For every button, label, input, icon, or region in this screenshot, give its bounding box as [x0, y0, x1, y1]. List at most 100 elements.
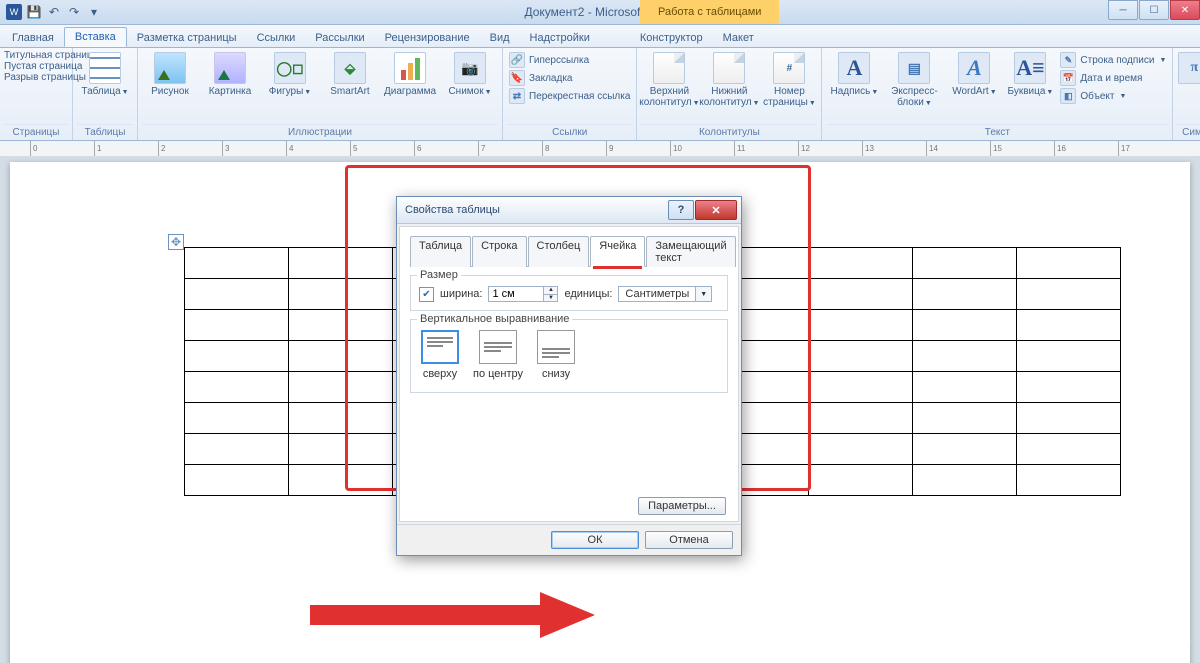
dropcap-button[interactable]: A≡Буквица▼: [1006, 50, 1054, 98]
group-symbols-label: Симво: [1177, 124, 1200, 140]
dialog-help-button[interactable]: ?: [668, 200, 694, 220]
width-spinner[interactable]: ▲▼: [488, 286, 558, 302]
valign-center-icon: [479, 330, 517, 364]
table-icon: [89, 52, 121, 84]
save-icon[interactable]: 💾: [26, 4, 42, 20]
width-input[interactable]: [489, 287, 543, 301]
object-button[interactable]: ◧Объект▼: [1060, 88, 1166, 104]
valign-center-option[interactable]: по центру: [473, 330, 523, 380]
ribbon-tabs: Главная Вставка Разметка страницы Ссылки…: [0, 25, 1200, 48]
group-text-label: Текст: [826, 124, 1168, 140]
tab-table-layout[interactable]: Макет: [713, 29, 764, 47]
pagenum-icon: #: [773, 52, 805, 84]
screenshot-icon: 📷: [454, 52, 486, 84]
datetime-icon: 📅: [1060, 70, 1076, 86]
dialog-tab-table[interactable]: Таблица: [410, 236, 471, 267]
group-tables-label: Таблицы: [77, 124, 133, 140]
dialog-tab-row[interactable]: Строка: [472, 236, 526, 267]
dropcap-icon: A≡: [1014, 52, 1046, 84]
quickparts-icon: ▤: [898, 52, 930, 84]
maximize-button[interactable]: ☐: [1139, 0, 1169, 20]
smartart-button[interactable]: ⬙SmartArt: [322, 50, 378, 97]
quickparts-button[interactable]: ▤Экспресс-блоки▼: [886, 50, 942, 109]
header-icon: [653, 52, 685, 84]
width-label: ширина:: [440, 288, 482, 300]
tab-table-design[interactable]: Конструктор: [630, 29, 713, 47]
shapes-button[interactable]: ◯◻Фигуры▼: [262, 50, 318, 98]
chart-button[interactable]: Диаграмма: [382, 50, 438, 97]
dialog-tab-column[interactable]: Столбец: [528, 236, 590, 267]
valign-fieldset: Вертикальное выравнивание сверху по цент…: [410, 319, 728, 393]
bookmark-button[interactable]: 🔖Закладка: [509, 70, 630, 86]
smartart-icon: ⬙: [334, 52, 366, 84]
group-text: AНадпись▼ ▤Экспресс-блоки▼ AWordArt▼ A≡Б…: [822, 48, 1173, 140]
group-links-label: Ссылки: [507, 124, 632, 140]
clipart-icon: [214, 52, 246, 84]
valign-bottom-icon: [537, 330, 575, 364]
chart-icon: [394, 52, 426, 84]
chevron-down-icon[interactable]: ▼: [695, 287, 711, 301]
titlebar: W 💾 ↶ ↷ ▾ Документ2 - Microsoft Word Раб…: [0, 0, 1200, 25]
units-combo[interactable]: Сантиметры ▼: [618, 286, 712, 302]
window-controls: ─ ☐ ✕: [1107, 0, 1200, 20]
width-checkbox[interactable]: ✔: [419, 287, 434, 302]
tab-review[interactable]: Рецензирование: [375, 29, 480, 47]
hyperlink-button[interactable]: 🔗Гиперссылка: [509, 52, 630, 68]
tab-home[interactable]: Главная: [2, 29, 64, 47]
textbox-button[interactable]: AНадпись▼: [826, 50, 882, 98]
table-move-handle-icon[interactable]: ✥: [168, 234, 184, 250]
clipart-button[interactable]: Картинка: [202, 50, 258, 97]
equation-icon: π: [1178, 52, 1200, 84]
tab-addins[interactable]: Надстройки: [520, 29, 600, 47]
dialog-tabs: Таблица Строка Столбец Ячейка Замещающий…: [410, 235, 728, 267]
size-legend: Размер: [417, 269, 461, 281]
crossref-button[interactable]: ⇄Перекрестная ссылка: [509, 88, 630, 104]
options-button[interactable]: Параметры...: [638, 497, 726, 515]
shapes-icon: ◯◻: [274, 52, 306, 84]
wordart-button[interactable]: AWordArt▼: [946, 50, 1002, 98]
object-icon: ◧: [1060, 88, 1076, 104]
table-button[interactable]: Таблица▼: [77, 50, 133, 98]
equation-button[interactable]: π: [1177, 50, 1200, 86]
tab-page-layout[interactable]: Разметка страницы: [127, 29, 247, 47]
footer-icon: [713, 52, 745, 84]
units-value: Сантиметры: [619, 287, 695, 301]
ribbon: Титульная страница▼ Пустая страница Разр…: [0, 48, 1200, 141]
ok-button[interactable]: ОК: [551, 531, 639, 549]
blank-page-button[interactable]: Пустая страница: [4, 61, 82, 72]
dialog-titlebar[interactable]: Свойства таблицы ? ✕: [397, 197, 741, 224]
tab-view[interactable]: Вид: [480, 29, 520, 47]
valign-bottom-option[interactable]: снизу: [537, 330, 575, 380]
valign-legend: Вертикальное выравнивание: [417, 313, 572, 325]
spin-up-icon[interactable]: ▲: [543, 287, 557, 295]
group-links: 🔗Гиперссылка 🔖Закладка ⇄Перекрестная ссы…: [503, 48, 637, 140]
dialog-tab-cell[interactable]: Ячейка: [590, 236, 645, 267]
tab-references[interactable]: Ссылки: [247, 29, 306, 47]
valign-top-option[interactable]: сверху: [421, 330, 459, 380]
pagenum-button[interactable]: #Номер страницы▼: [761, 50, 817, 109]
units-label: единицы:: [564, 288, 612, 300]
dialog-close-button[interactable]: ✕: [695, 200, 737, 220]
datetime-button[interactable]: 📅Дата и время: [1060, 70, 1166, 86]
undo-icon[interactable]: ↶: [46, 4, 62, 20]
tab-insert[interactable]: Вставка: [64, 27, 127, 47]
crossref-icon: ⇄: [509, 88, 525, 104]
screenshot-button[interactable]: 📷Снимок▼: [442, 50, 498, 98]
sigline-icon: ✎: [1060, 52, 1076, 68]
redo-icon[interactable]: ↷: [66, 4, 82, 20]
group-illustrations-label: Иллюстрации: [142, 124, 498, 140]
group-headerfooter-label: Колонтитулы: [641, 124, 817, 140]
group-symbols: π Симво: [1173, 48, 1200, 140]
tab-mailings[interactable]: Рассылки: [305, 29, 374, 47]
cancel-button[interactable]: Отмена: [645, 531, 733, 549]
close-button[interactable]: ✕: [1170, 0, 1200, 20]
minimize-button[interactable]: ─: [1108, 0, 1138, 20]
dialog-tab-alttext[interactable]: Замещающий текст: [646, 236, 735, 267]
spin-down-icon[interactable]: ▼: [543, 295, 557, 302]
qat-customize-icon[interactable]: ▾: [86, 4, 102, 20]
sigline-button[interactable]: ✎Строка подписи▼: [1060, 52, 1166, 68]
picture-button[interactable]: Рисунок: [142, 50, 198, 97]
footer-button[interactable]: Нижний колонтитул▼: [701, 50, 757, 109]
header-button[interactable]: Верхний колонтитул▼: [641, 50, 697, 109]
group-headerfooter: Верхний колонтитул▼ Нижний колонтитул▼ #…: [637, 48, 822, 140]
